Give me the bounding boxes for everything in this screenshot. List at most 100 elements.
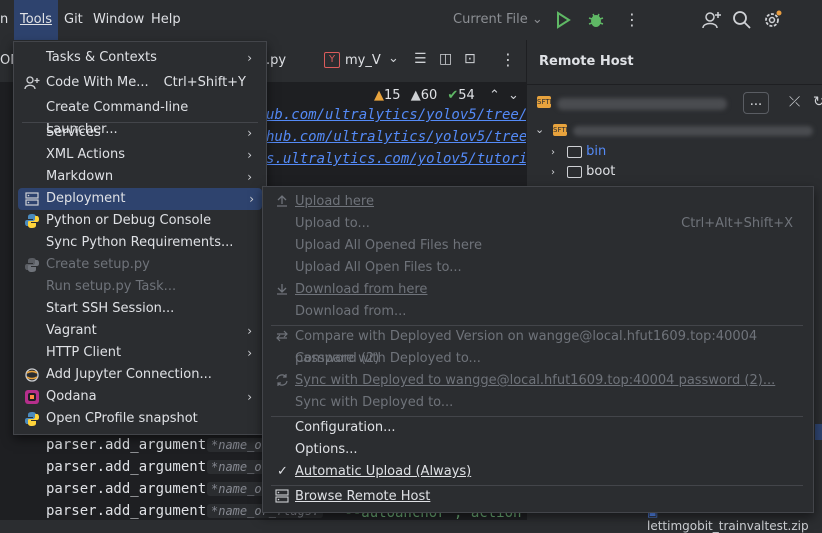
sftp-server-icon: SFTP: [553, 124, 570, 136]
folder-icon: [567, 145, 583, 158]
preview-image-icon[interactable]: ⊡: [464, 51, 476, 67]
jupyter-icon: [25, 368, 39, 382]
typo-check-icon: ✔: [447, 88, 459, 103]
python-icon: [25, 412, 39, 426]
menu-item-browse-remote-host[interactable]: Browse Remote Host: [263, 486, 811, 508]
chevron-down-icon[interactable]: ⌄: [508, 88, 519, 103]
qodana-icon: [25, 390, 39, 404]
code-link-3[interactable]: s.ultralytics.com/yolov5/tutorial: [266, 151, 544, 167]
menu-item-ssh-session[interactable]: Start SSH Session...: [14, 298, 264, 320]
code-line: parser.add_argument(: [46, 459, 215, 475]
sync-icon: [276, 374, 288, 386]
menu-item-sync-deployed[interactable]: Sync with Deployed to wangge@local.hfut1…: [263, 370, 811, 392]
menu-item-jupyter[interactable]: Add Jupyter Connection...: [14, 364, 264, 386]
python-icon: [25, 214, 39, 228]
server-selector-redacted[interactable]: [557, 98, 727, 110]
run-config-selector[interactable]: Current File ⌄: [453, 0, 543, 40]
param-hint: *name_o: [207, 438, 266, 452]
settings-gear-icon[interactable]: [762, 10, 782, 30]
run-icon[interactable]: [553, 10, 573, 30]
panel-title: Remote Host: [539, 54, 634, 69]
menu-git[interactable]: Git: [64, 0, 83, 40]
chevron-right-icon: ›: [247, 346, 252, 360]
menu-help[interactable]: Help: [151, 0, 181, 40]
add-user-icon[interactable]: [702, 10, 722, 30]
inspection-widget[interactable]: ▲15 ▲60 ✔54 ⌃ ⌄: [374, 88, 519, 104]
checkmark-icon: ✓: [277, 464, 288, 479]
menu-item-services[interactable]: Services ›: [14, 122, 264, 144]
menu-item-python-console[interactable]: Python or Debug Console: [14, 210, 264, 232]
tab-file-2[interactable]: my_V: [345, 53, 381, 68]
upload-icon: [277, 195, 287, 207]
weak-warning-icon: ▲: [410, 88, 421, 103]
chevron-up-icon[interactable]: ⌃: [489, 88, 500, 103]
code-line: parser.add_argument(: [46, 437, 215, 453]
chevron-right-icon: ›: [247, 148, 252, 162]
menu-item-http-client[interactable]: HTTP Client ›: [14, 342, 264, 364]
compare-icon: [276, 330, 288, 342]
menu-item-code-with-me[interactable]: Code With Me... Ctrl+Shift+Y: [14, 72, 264, 94]
chevron-right-icon: ›: [247, 170, 252, 184]
menu-item-automatic-upload[interactable]: ✓ Automatic Upload (Always): [263, 461, 811, 483]
chevron-right-icon: ›: [247, 324, 252, 338]
tree-item-boot[interactable]: › boot: [551, 162, 615, 182]
menu-window[interactable]: Window: [93, 0, 144, 40]
refresh-icon[interactable]: ↻: [813, 94, 822, 110]
tree-item-bin[interactable]: › bin: [551, 142, 606, 162]
code-line: parser.add_argument(: [46, 503, 215, 519]
menu-item-vagrant[interactable]: Vagrant ›: [14, 320, 264, 342]
tabs-dropdown-icon[interactable]: ⌄: [388, 51, 399, 66]
python-file-icon: Y: [324, 52, 340, 68]
code-link-1[interactable]: ub.com/ultralytics/yolov5/tree/mas: [266, 107, 553, 123]
selection-indicator: [815, 424, 822, 440]
menu-item-run-setup[interactable]: Run setup.py Task...: [14, 276, 264, 298]
tab-file-1[interactable]: .py: [266, 53, 286, 68]
menu-item-upload-to[interactable]: Upload to... Ctrl+Alt+Shift+X: [263, 213, 811, 235]
param-hint: *name_o: [207, 460, 266, 474]
search-icon[interactable]: [732, 10, 752, 30]
menu-item-xml-actions[interactable]: XML Actions ›: [14, 144, 264, 166]
menu-item-upload-all-opened-here[interactable]: Upload All Opened Files here: [263, 235, 811, 257]
menu-item-qodana[interactable]: Qodana ›: [14, 386, 264, 408]
more-button[interactable]: ...: [743, 92, 769, 114]
menu-item-markdown[interactable]: Markdown ›: [14, 166, 264, 188]
menu-item-download-from[interactable]: Download from...: [263, 301, 811, 323]
menu-item-upload-here[interactable]: Upload here: [263, 191, 811, 213]
download-icon: [277, 284, 287, 295]
menu-item-tasks-contexts[interactable]: Tasks & Contexts ›: [14, 47, 264, 69]
menu-bar: n Tools Git Window Help Current File ⌄ ⋮: [0, 0, 822, 40]
remote-host-icon: [275, 489, 289, 503]
menu-item-cprofile[interactable]: Open CProfile snapshot: [14, 408, 264, 430]
code-with-me-icon: [24, 76, 40, 90]
chevron-right-icon: ›: [247, 51, 252, 65]
code-link-2[interactable]: hub.com/ultralytics/yolov5/tree/m: [266, 129, 544, 145]
menu-item-create-launcher[interactable]: Create Command-line Launcher...: [14, 97, 264, 137]
menu-item-compare-deployed-version[interactable]: Compare with Deployed Version on wangge@…: [263, 326, 811, 366]
collapse-icon[interactable]: ⤫: [789, 94, 800, 110]
folder-icon: [567, 165, 583, 178]
debug-icon[interactable]: [586, 10, 606, 30]
menu-item-options[interactable]: Options...: [263, 439, 811, 461]
chevron-right-icon: ›: [551, 167, 555, 178]
expand-icon[interactable]: ⌄: [535, 123, 544, 136]
more-actions-icon[interactable]: ⋮: [624, 0, 640, 40]
param-hint: *name_o: [207, 482, 266, 496]
code-line: parser.add_argument(: [46, 481, 215, 497]
menu-item-sync-requirements[interactable]: Sync Python Requirements...: [14, 232, 264, 254]
menu-item-deployment[interactable]: Deployment ›: [18, 188, 262, 210]
menu-item-create-setup[interactable]: Create setup.py: [14, 254, 264, 276]
menu-item-download-here[interactable]: Download from here: [263, 279, 811, 301]
warning-icon: ▲: [374, 88, 384, 103]
structure-icon[interactable]: ☰: [414, 51, 427, 67]
chevron-right-icon: ›: [249, 192, 254, 206]
tools-menu: Tasks & Contexts › Code With Me... Ctrl+Sh…: [13, 41, 267, 435]
menu-item-sync-deployed-to[interactable]: Sync with Deployed to...: [263, 392, 811, 414]
menu-tools[interactable]: Tools: [14, 0, 58, 40]
menu-item-upload-all-open-to[interactable]: Upload All Open Files to...: [263, 257, 811, 279]
editor-more-icon[interactable]: ⋮: [500, 50, 516, 69]
root-path-redacted[interactable]: [573, 126, 813, 136]
menu-partial-left[interactable]: n: [0, 0, 8, 40]
split-editor-icon[interactable]: ◫: [439, 51, 452, 67]
menu-item-configuration[interactable]: Configuration...: [263, 417, 811, 439]
menu-item-compare-deployed-to[interactable]: Compare with Deployed to...: [263, 348, 811, 370]
